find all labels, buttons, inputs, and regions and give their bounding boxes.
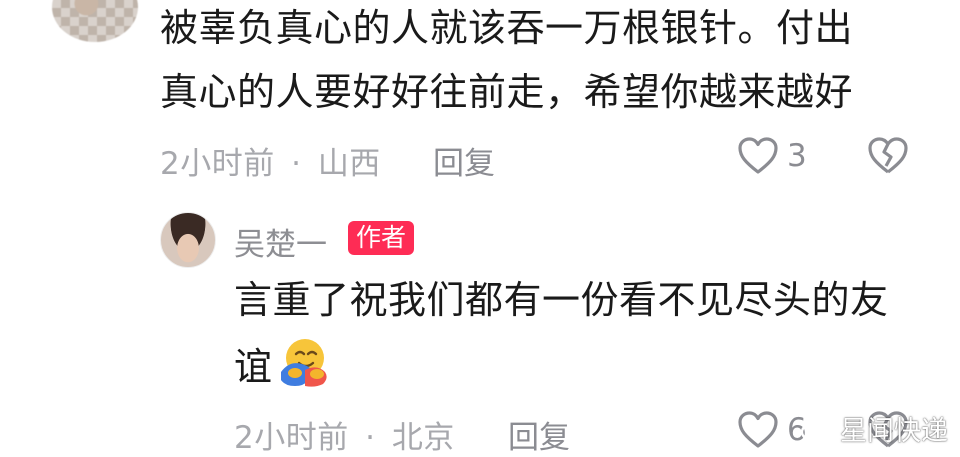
broken-heart-icon <box>866 136 910 176</box>
author-avatar[interactable] <box>160 212 216 268</box>
reply-text-line2-text: 谊 <box>234 345 273 389</box>
weibo-icon <box>800 415 834 443</box>
reply-location: 北京 <box>391 420 455 456</box>
reply-button[interactable]: 回复 <box>433 138 495 183</box>
comment-text-line2: 真心的人要好好往前走，希望你越来越好 <box>160 70 854 114</box>
reply-like-button[interactable]: 6 <box>737 410 807 450</box>
hugging-face-emoji <box>275 336 331 403</box>
commenter-avatar-blurred[interactable] <box>52 0 138 42</box>
reply-text-line2: 谊 <box>234 336 331 403</box>
reply-reply-button[interactable]: 回复 <box>508 412 570 457</box>
comment-text-line1: 被辜负真心的人就该吞一万根银针。付出 <box>160 6 854 50</box>
comment-meta: 2小时前 · 山西 <box>160 138 381 183</box>
watermark: 星闻快递 <box>800 409 948 448</box>
reply-text-line1: 言重了祝我们都有一份看不见尽头的友 <box>234 278 889 322</box>
meta-separator: · <box>365 420 376 456</box>
dislike-button[interactable] <box>866 136 910 176</box>
reply-meta: 2小时前 · 北京 <box>234 412 455 457</box>
like-button[interactable]: 3 <box>737 136 807 176</box>
heart-outline-icon <box>737 136 779 176</box>
heart-outline-icon <box>737 410 779 450</box>
author-badge: 作者 <box>348 221 415 255</box>
reply-time: 2小时前 <box>234 420 349 456</box>
like-count: 3 <box>787 138 807 174</box>
comment-location: 山西 <box>317 146 381 182</box>
author-name[interactable]: 吴楚一 <box>234 219 327 264</box>
comment-time: 2小时前 <box>160 146 275 182</box>
watermark-text: 星闻快递 <box>840 416 948 447</box>
meta-separator: · <box>291 146 302 182</box>
